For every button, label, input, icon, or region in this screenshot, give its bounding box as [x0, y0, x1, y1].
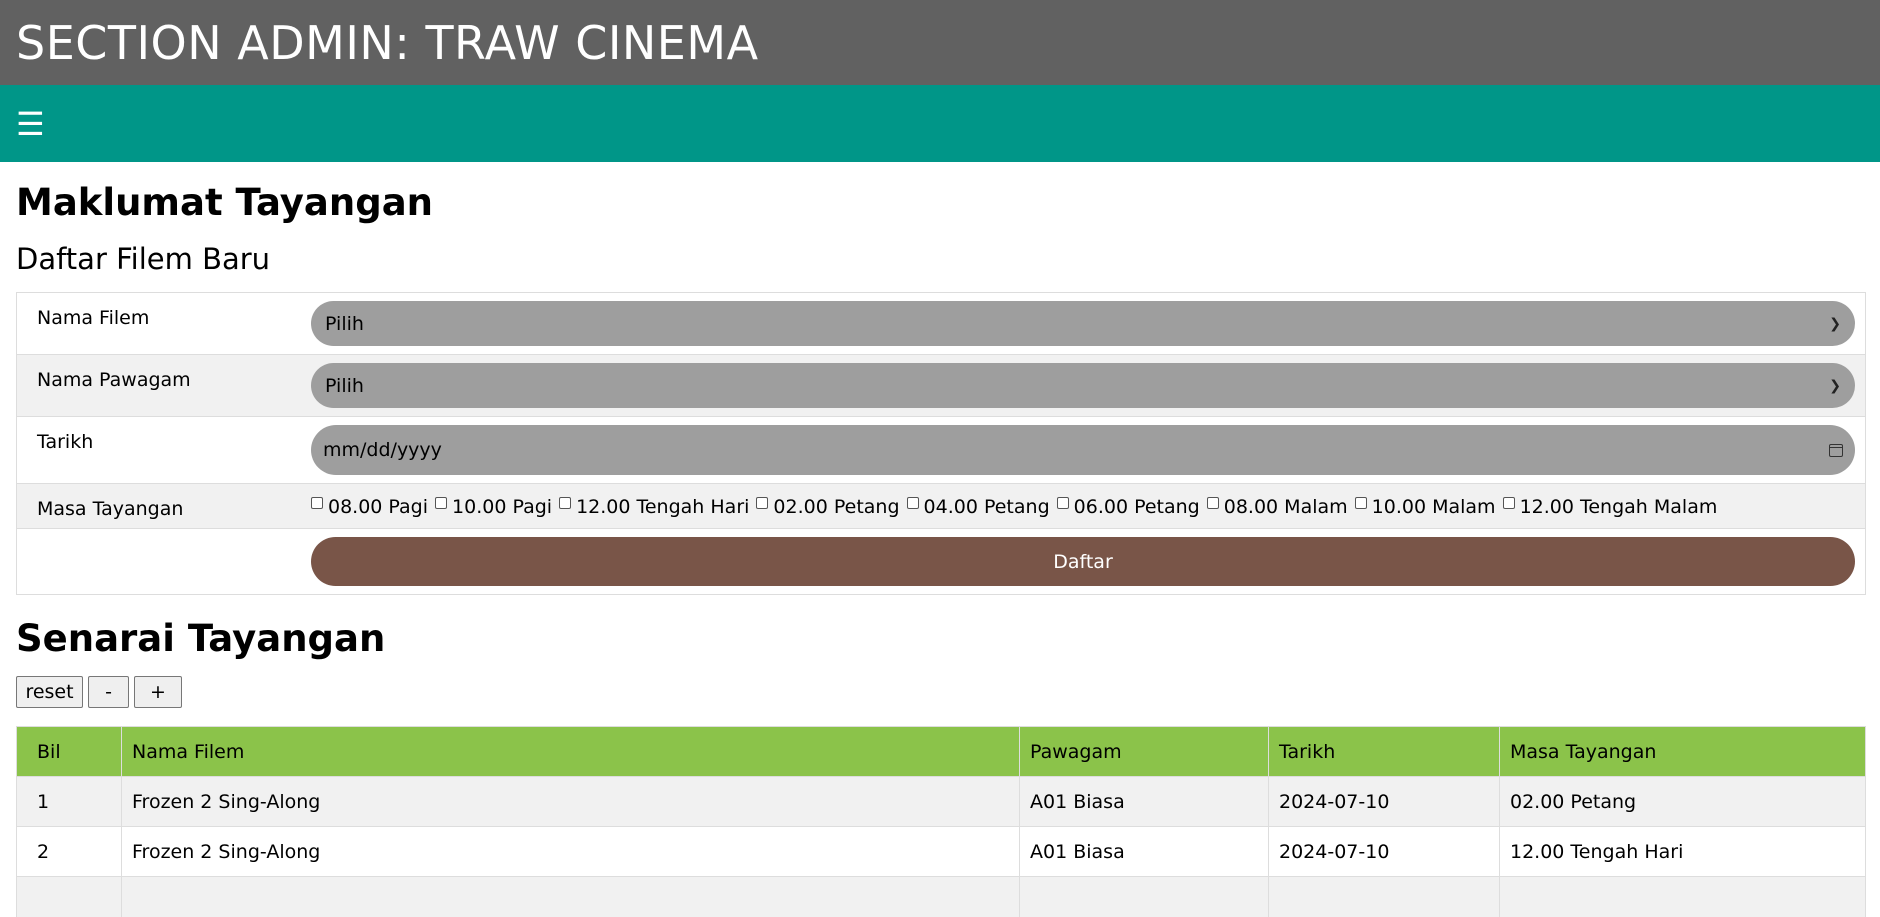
table-row[interactable]: 2 Frozen 2 Sing-Along A01 Biasa 2024-07-… [16, 826, 1866, 877]
cell-hall: A01 Biasa [1019, 826, 1269, 877]
time-option[interactable]: 06.00 Petang [1056, 496, 1200, 518]
page-title: Maklumat Tayangan [16, 181, 434, 224]
cell-bil: 1 [16, 776, 122, 827]
reset-button[interactable]: reset [16, 676, 83, 708]
zoom-controls: reset - + [16, 676, 1864, 708]
time-option[interactable]: 08.00 Malam [1206, 496, 1348, 518]
film-select-value: Pilih [325, 312, 364, 335]
time-row: Masa Tayangan 08.00 Pagi 10.00 Pagi 12.0… [16, 483, 1866, 529]
chevron-down-icon: ❯ [1829, 315, 1841, 332]
calendar-icon[interactable] [1829, 443, 1843, 457]
hall-label: Nama Pawagam [37, 369, 191, 391]
cell-film: Frozen 2 Sing-Along [121, 776, 1020, 827]
time-option-label: 12.00 Tengah Hari [576, 496, 750, 518]
cell-film: Frozen 2 Sing-Along [121, 826, 1020, 877]
table-row[interactable] [16, 876, 1866, 917]
date-placeholder: mm/dd/yyyy [323, 439, 442, 461]
form-subtitle: Daftar Filem Baru [16, 242, 271, 276]
time-option-label: 02.00 Petang [773, 496, 900, 518]
nav-bar: ☰ [0, 85, 1880, 162]
time-option-label: 04.00 Petang [923, 496, 1050, 518]
checkbox[interactable] [1056, 497, 1069, 509]
film-select[interactable]: Pilih ❯ [311, 301, 1855, 346]
column-header-bil[interactable]: Bil [16, 726, 122, 777]
checkbox[interactable] [1206, 497, 1219, 509]
menu-icon[interactable]: ☰ [16, 108, 45, 140]
cell-bil: 2 [16, 826, 122, 877]
cell-hall: A01 Biasa [1019, 776, 1269, 827]
time-option-label: 08.00 Pagi [328, 496, 429, 518]
date-input[interactable]: mm/dd/yyyy [311, 425, 1855, 475]
column-header-film[interactable]: Nama Filem [121, 726, 1020, 777]
hall-select[interactable]: Pilih ❯ [311, 363, 1855, 408]
checkbox[interactable] [311, 497, 323, 509]
submit-row: Daftar [16, 529, 1866, 595]
time-option[interactable]: 12.00 Tengah Hari [559, 496, 749, 518]
checkbox[interactable] [906, 497, 919, 509]
time-option-label: 06.00 Petang [1073, 496, 1200, 518]
time-option[interactable]: 10.00 Pagi [435, 496, 552, 518]
cell-date: 2024-07-10 [1268, 776, 1500, 827]
time-option-label: 10.00 Malam [1371, 496, 1496, 518]
submit-button[interactable]: Daftar [311, 537, 1855, 586]
checkbox[interactable] [756, 497, 769, 509]
table-header-row: Bil Nama Filem Pawagam Tarikh Masa Tayan… [16, 726, 1866, 777]
top-header: SECTION ADMIN: TRAW CINEMA [0, 0, 1880, 85]
checkbox[interactable] [559, 497, 572, 509]
column-header-hall[interactable]: Pawagam [1019, 726, 1269, 777]
time-checkbox-group: 08.00 Pagi 10.00 Pagi 12.00 Tengah Hari … [311, 492, 1855, 518]
chevron-down-icon: ❯ [1829, 377, 1841, 394]
checkbox[interactable] [1502, 497, 1515, 509]
film-label: Nama Filem [37, 307, 150, 329]
time-option-label: 12.00 Tengah Malam [1519, 496, 1718, 518]
cell-date: 2024-07-10 [1268, 826, 1500, 877]
time-option[interactable]: 10.00 Malam [1354, 496, 1496, 518]
column-header-time[interactable]: Masa Tayangan [1499, 726, 1866, 777]
zoom-in-button[interactable]: + [134, 676, 182, 708]
date-label: Tarikh [37, 431, 94, 453]
table-row[interactable]: 1 Frozen 2 Sing-Along A01 Biasa 2024-07-… [16, 776, 1866, 827]
time-option[interactable]: 12.00 Tengah Malam [1502, 496, 1718, 518]
hall-row: Nama Pawagam Pilih ❯ [16, 354, 1866, 417]
hall-select-value: Pilih [325, 374, 364, 397]
time-label: Masa Tayangan [37, 498, 184, 520]
time-option[interactable]: 04.00 Petang [906, 496, 1050, 518]
time-option[interactable]: 02.00 Petang [756, 496, 900, 518]
time-option[interactable]: 08.00 Pagi [311, 496, 428, 518]
date-row: Tarikh mm/dd/yyyy [16, 417, 1866, 484]
time-option-label: 08.00 Malam [1223, 496, 1348, 518]
film-row: Nama Filem Pilih ❯ [16, 293, 1866, 355]
main-content: Maklumat Tayangan Daftar Filem Baru Nama… [0, 181, 1880, 917]
registration-form: Nama Filem Pilih ❯ Nama Pawagam Pilih ❯ … [16, 292, 1866, 595]
screening-table: Bil Nama Filem Pawagam Tarikh Masa Tayan… [16, 726, 1866, 917]
cell-time: 12.00 Tengah Hari [1499, 826, 1866, 877]
checkbox[interactable] [1354, 497, 1367, 509]
checkbox[interactable] [435, 497, 448, 509]
app-title: SECTION ADMIN: TRAW CINEMA [16, 15, 759, 70]
time-option-label: 10.00 Pagi [452, 496, 553, 518]
cell-time: 02.00 Petang [1499, 776, 1866, 827]
column-header-date[interactable]: Tarikh [1268, 726, 1500, 777]
zoom-out-button[interactable]: - [88, 676, 129, 708]
list-title: Senarai Tayangan [16, 617, 386, 660]
